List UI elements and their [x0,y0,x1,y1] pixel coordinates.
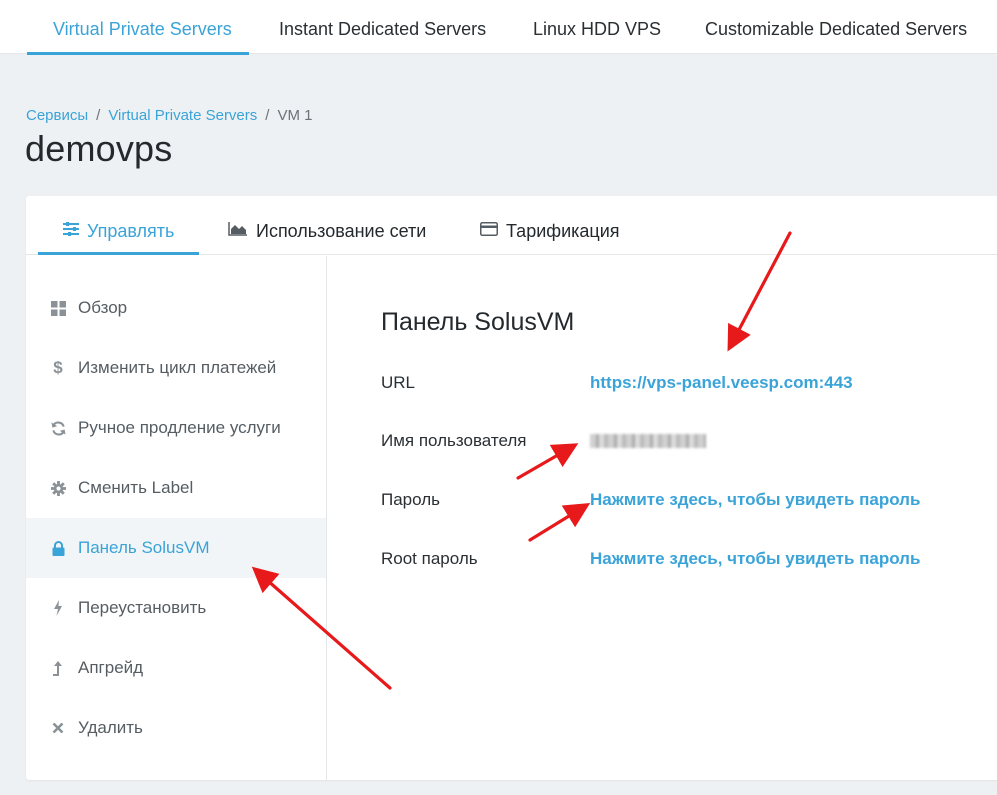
breadcrumb-current: VM 1 [277,107,313,124]
close-icon [50,720,66,736]
top-tab-virtual-private-servers[interactable]: Virtual Private Servers [53,0,232,54]
sidebar-item-change-billing-cycle[interactable]: $ Изменить цикл платежей [26,338,326,398]
breadcrumb-separator: / [265,107,270,124]
active-tab-indicator [27,52,249,55]
tab-network-usage[interactable]: Использование сети [228,196,426,255]
username-value-blurred [590,434,706,448]
panel-title: Панель SolusVM [381,308,575,336]
sidebar-item-label: Удалить [78,718,143,737]
sidebar-item-reinstall[interactable]: Переустановить [26,578,326,638]
service-card: Управлять Использование сети Тарификация… [26,196,997,780]
sidebar-item-label: Сменить Label [78,478,194,497]
sidebar-item-overview[interactable]: Обзор [26,278,326,338]
top-tab-customizable-dedicated-servers[interactable]: Customizable Dedicated Servers [705,0,967,54]
lock-icon [50,540,66,556]
top-nav: Virtual Private Servers Instant Dedicate… [0,0,997,55]
grid-icon [50,300,66,316]
refresh-icon [50,420,66,436]
show-password-link[interactable]: Нажмите здесь, чтобы увидеть пароль [590,490,920,510]
breadcrumb-vps-link[interactable]: Virtual Private Servers [108,107,257,124]
sidebar-item-delete[interactable]: Удалить [26,698,326,758]
password-label: Пароль [381,490,440,509]
dollar-icon: $ [53,358,63,377]
level-up-icon [50,660,66,676]
tab-billing[interactable]: Тарификация [480,196,620,255]
username-label: Имя пользователя [381,431,527,450]
gear-icon [50,480,66,496]
sidebar-item-label: Апгрейд [78,658,144,677]
sidebar-item-label: Ручное продление услуги [78,418,281,437]
bolt-icon [50,600,66,616]
tab-billing-label: Тарификация [506,221,620,241]
breadcrumb-separator: / [96,107,101,124]
tab-manage[interactable]: Управлять [63,196,174,255]
sidebar-item-label: Панель SolusVM [78,538,210,557]
tab-manage-label: Управлять [87,221,175,241]
sidebar-item-upgrade[interactable]: Апгрейд [26,638,326,698]
top-tab-linux-hdd-vps[interactable]: Linux HDD VPS [533,0,661,54]
sidebar: Обзор $ Изменить цикл платежей Ручное пр… [26,256,327,780]
sidebar-item-label: Изменить цикл платежей [78,358,277,377]
area-chart-icon [228,195,248,265]
sidebar-item-manual-renewal[interactable]: Ручное продление услуги [26,398,326,458]
breadcrumb: Сервисы / Virtual Private Servers / VM 1 [26,107,312,124]
sidebar-item-label: Переустановить [78,598,207,617]
sidebar-item-change-label[interactable]: Сменить Label [26,458,326,518]
card-tabs: Управлять Использование сети Тарификация [26,196,997,255]
top-tab-instant-dedicated-servers[interactable]: Instant Dedicated Servers [279,0,486,54]
card-tab-active-indicator [38,252,199,255]
sidebar-item-label: Обзор [78,298,128,317]
url-label: URL [381,373,416,392]
breadcrumb-services-link[interactable]: Сервисы [26,107,88,124]
url-link[interactable]: https://vps-panel.veesp.com:443 [590,373,853,393]
page-title: demovps [25,128,173,169]
root-password-label: Root пароль [381,549,478,568]
sidebar-item-solusvm-panel[interactable]: Панель SolusVM [26,518,326,578]
show-root-password-link[interactable]: Нажмите здесь, чтобы увидеть пароль [590,549,920,569]
credit-card-icon [480,195,498,265]
tab-network-usage-label: Использование сети [256,221,427,241]
